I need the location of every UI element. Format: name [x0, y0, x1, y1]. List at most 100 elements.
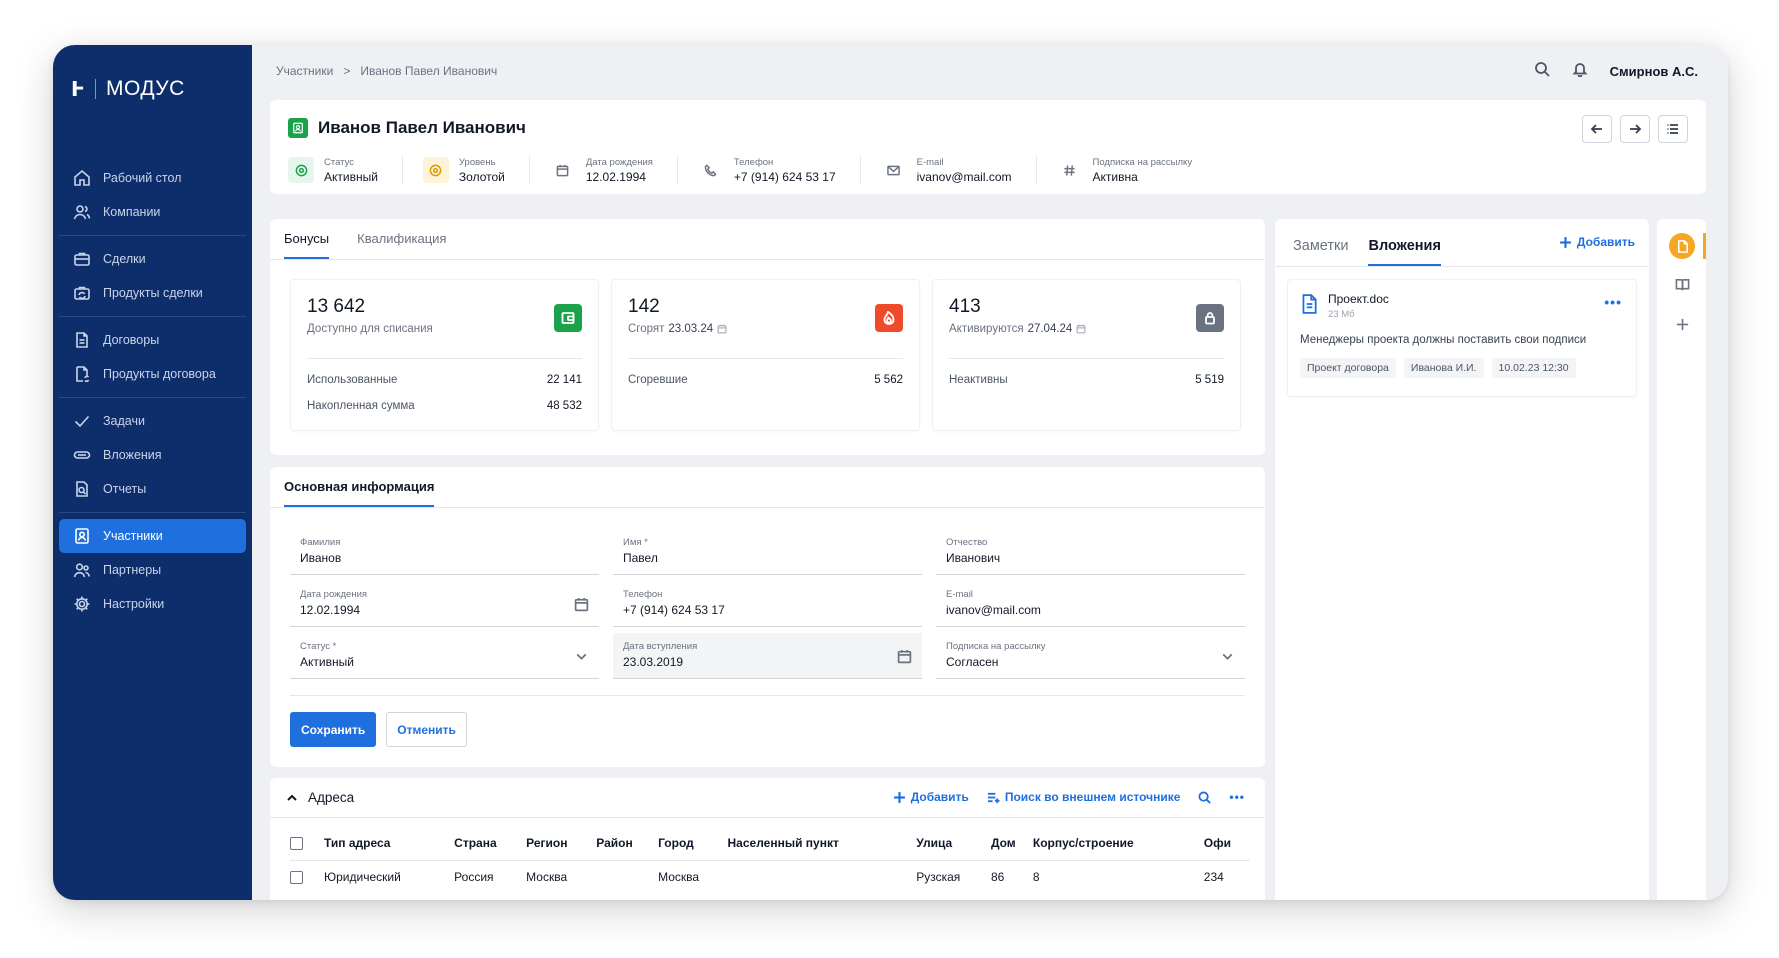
table-cell: 234 — [1203, 870, 1224, 885]
column-header[interactable]: Район — [596, 826, 659, 861]
column-header[interactable]: Город — [658, 826, 728, 861]
field-value[interactable]: Иванов — [300, 551, 589, 565]
logo-mark-icon: Ⱶ — [71, 77, 85, 101]
right-rail — [1657, 219, 1706, 900]
field-value[interactable]: 12.02.1994 — [300, 603, 589, 617]
meta-item: Статус Активный — [288, 156, 403, 184]
attachment-item[interactable]: Проект.doc 23 Мб ••• Менеджеры проекта д… — [1287, 279, 1637, 397]
field-1[interactable]: Фамилия Иванов — [290, 529, 599, 575]
field-value[interactable]: Иванович — [946, 551, 1235, 565]
bonus-rows: Использованные 22 141 Накопленная сумма 48 … — [307, 374, 582, 426]
field-value[interactable]: Активный — [300, 655, 589, 669]
list-button[interactable] — [1658, 115, 1688, 143]
column-header[interactable]: Тип адреса — [324, 826, 455, 861]
calendar-icon[interactable] — [574, 597, 589, 612]
tab-attachments[interactable]: Вложения — [1368, 238, 1441, 266]
breadcrumb-item-participants[interactable]: Участники — [276, 64, 333, 78]
chevron-down-icon[interactable] — [1220, 649, 1235, 664]
column-header[interactable]: Регион — [526, 826, 597, 861]
table-row[interactable]: Юридический Россия Москва Москва Рузская 86 8 2… — [290, 860, 1250, 894]
field-4[interactable]: Дата рождения 12.02.1994 — [290, 581, 599, 627]
sidebar-item-label: Участники — [103, 529, 163, 543]
field-7[interactable]: Статус * Активный — [290, 633, 599, 679]
column-header[interactable]: Населенный пункт — [727, 826, 917, 861]
next-button[interactable] — [1620, 115, 1650, 143]
address-search-icon[interactable] — [1198, 790, 1212, 804]
search-external-button[interactable]: Поиск во внешнем источнике — [987, 790, 1180, 804]
save-button[interactable]: Сохранить — [290, 712, 377, 747]
logo[interactable]: Ⱶ МОДУС — [71, 77, 185, 101]
phone-icon — [697, 157, 724, 183]
calendar-icon[interactable] — [897, 649, 912, 664]
attachment-name[interactable]: Проект.doc — [1328, 292, 1389, 306]
add-address-button[interactable]: Добавить — [893, 790, 969, 804]
sidebar-item-label: Договоры — [103, 333, 160, 347]
field-value[interactable]: +7 (914) 624 53 17 — [623, 603, 912, 617]
users-icon — [73, 205, 91, 220]
select-all-checkbox[interactable] — [290, 836, 303, 850]
nav-group: Договоры Продукты договора — [59, 317, 246, 398]
user-name[interactable]: Смирнов А.С. — [1610, 64, 1698, 79]
bonus-subtitle-text: Доступно для списания — [307, 323, 433, 335]
sidebar-item-check[interactable]: Задачи — [59, 404, 246, 438]
search-icon[interactable] — [1534, 61, 1550, 82]
sidebar-item-briefcase-sync[interactable]: Продукты сделки — [59, 276, 246, 310]
meta-label: Уровень — [458, 156, 496, 168]
column-header[interactable]: Улица — [916, 826, 991, 861]
list-add-icon — [987, 792, 1000, 803]
field-5[interactable]: Телефон +7 (914) 624 53 17 — [613, 581, 922, 627]
bell-icon[interactable] — [1571, 61, 1588, 82]
field-value[interactable]: ivanov@mail.com — [946, 603, 1235, 617]
cancel-button[interactable]: Отменить — [386, 712, 467, 747]
logo-separator — [94, 79, 96, 99]
column-header[interactable]: Корпус/строение — [1032, 826, 1204, 861]
sidebar-item-users[interactable]: Компании — [59, 195, 246, 229]
column-header[interactable]: Дом — [990, 826, 1033, 861]
nav-group: Рабочий стол Компании — [59, 155, 246, 236]
tab-qualification[interactable]: Квалификация — [357, 219, 446, 259]
chevron-down-icon[interactable] — [574, 649, 589, 664]
field-9[interactable]: Подписка на рассылку Согласен — [936, 633, 1245, 679]
table-cell: 8 — [1032, 870, 1040, 885]
add-attachment-button[interactable]: Добавить — [1559, 235, 1635, 249]
tab-bonuses[interactable]: Бонусы — [284, 219, 330, 259]
field-label: Телефон — [623, 589, 663, 600]
breadcrumb-item-current: Иванов Павел Иванович — [360, 64, 498, 78]
tab-main-info[interactable]: Основная информация — [284, 467, 435, 507]
column-header[interactable]: Страна — [454, 826, 527, 861]
field-value[interactable]: 23.03.2019 — [623, 655, 912, 669]
row-checkbox[interactable] — [290, 871, 303, 885]
main-info-form: Фамилия Иванов Имя * Павел Отчество Иванович Д… — [290, 529, 1245, 679]
sidebar-item-home[interactable]: Рабочий стол — [59, 161, 246, 195]
rail-document-icon[interactable] — [1669, 233, 1695, 259]
sidebar-item-partners[interactable]: Партнеры — [59, 553, 246, 587]
sidebar-item-document-sync[interactable]: Продукты договора — [59, 357, 246, 391]
field-label: Статус * — [300, 641, 337, 652]
field-6[interactable]: E-mail ivanov@mail.com — [936, 581, 1245, 627]
prev-button[interactable] — [1582, 115, 1612, 143]
field-3[interactable]: Отчество Иванович — [936, 529, 1245, 575]
field-2[interactable]: Имя * Павел — [613, 529, 922, 575]
attachment-more-icon[interactable]: ••• — [1604, 294, 1622, 310]
sidebar-item-briefcase[interactable]: Сделки — [59, 242, 246, 276]
field-value[interactable]: Павел — [623, 551, 912, 565]
sidebar-item-report[interactable]: Отчеты — [59, 472, 246, 506]
sidebar-item-paperclip[interactable]: Вложения — [59, 438, 246, 472]
calendar-icon[interactable] — [717, 324, 727, 334]
tab-notes[interactable]: Заметки — [1293, 238, 1348, 266]
rail-book-icon[interactable] — [1669, 271, 1695, 297]
bonus-tile: 142 Сгорят 23.03.24 Сгоревшие 5 562 — [611, 279, 920, 431]
more-icon[interactable]: ••• — [1229, 790, 1245, 804]
addresses-title[interactable]: Адреса — [286, 790, 354, 805]
nav-group: Задачи Вложения Отчеты — [59, 398, 246, 513]
calendar-icon[interactable] — [1076, 324, 1086, 334]
addresses-table-header: Тип адреса Страна Регион Район Город Населенн… — [290, 826, 1250, 861]
column-header[interactable]: Офи — [1203, 826, 1250, 861]
field-8[interactable]: Дата вступления 23.03.2019 — [613, 633, 922, 679]
sidebar-item-document[interactable]: Договоры — [59, 323, 246, 357]
sidebar-item-gear[interactable]: Настройки — [59, 587, 246, 621]
sidebar-item-label: Задачи — [103, 414, 145, 428]
field-value[interactable]: Согласен — [946, 655, 1235, 669]
rail-plus-icon[interactable] — [1669, 311, 1695, 337]
sidebar-item-contact-badge[interactable]: Участники — [59, 519, 246, 553]
